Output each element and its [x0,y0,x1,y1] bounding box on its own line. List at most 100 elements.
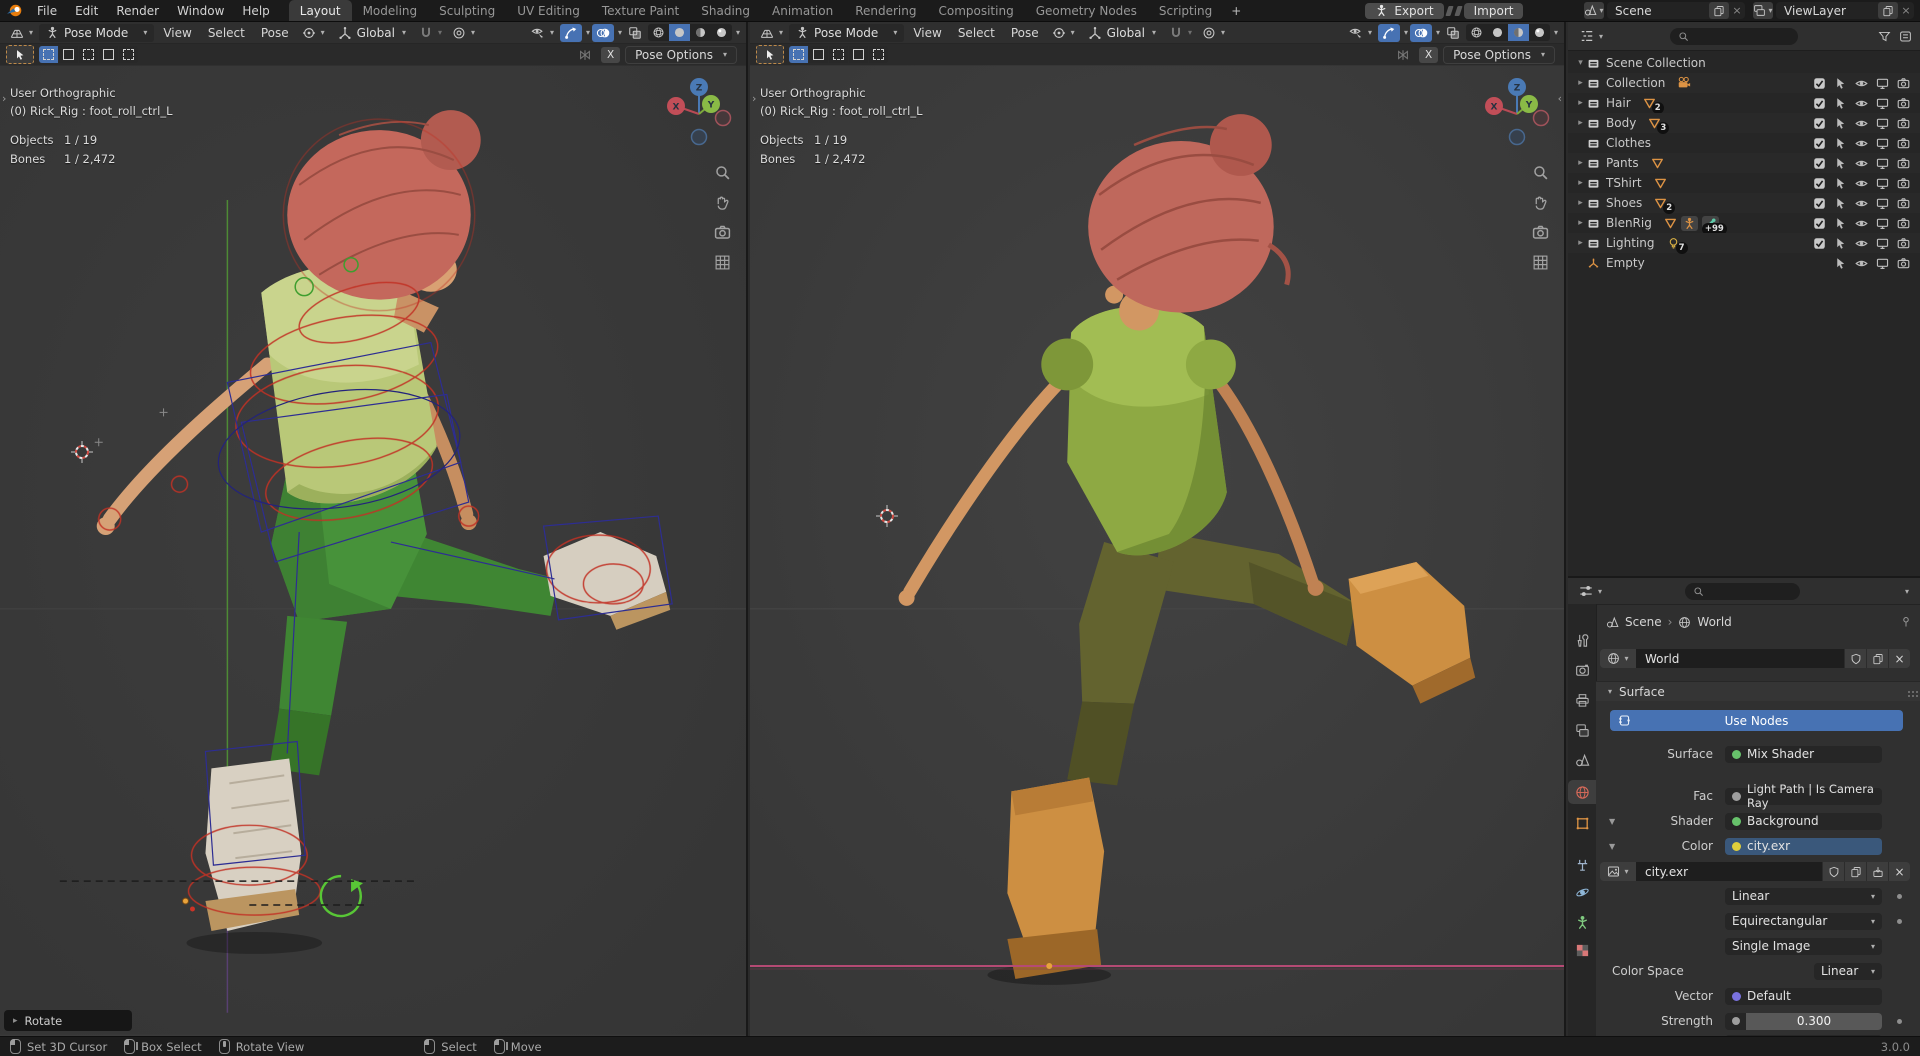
select-menu[interactable]: Select [201,26,252,40]
hide-viewport-icon[interactable] [1855,97,1868,110]
show-gizmo-button[interactable] [1377,23,1400,42]
select-mode-new-button[interactable] [789,46,808,63]
mesh-icon[interactable] [1651,157,1664,170]
animate-dot[interactable] [1897,918,1902,924]
pose-options-dropdown[interactable]: Pose Options ▾ [1443,45,1555,64]
viewport-3d-area[interactable]: › User Orthographic (0) Rick_Rig : foot_… [0,64,746,1036]
disable-render-icon[interactable] [1897,97,1910,110]
selectable-icon[interactable] [1834,97,1847,110]
image-datablock-icon[interactable]: ▾ [1600,862,1636,881]
tab-object-data[interactable] [1568,910,1596,934]
selectable-icon[interactable] [1834,237,1847,250]
tab-constraints[interactable] [1568,853,1596,877]
tab-sculpting[interactable]: Sculpting [428,0,506,21]
vector-input[interactable]: Default [1725,987,1882,1005]
outliner-row-body[interactable]: ▸ Body 3 [1568,113,1920,134]
bone-origin-dot[interactable] [1046,962,1053,969]
viewport-right[interactable]: ▾ Pose Mode ▾ View Select Pose ▾ Global ▾ … [750,22,1566,1036]
disable-render-icon[interactable] [1897,237,1910,250]
world-name-field[interactable]: World [1636,649,1844,668]
outliner-row-shoes[interactable]: ▸ Shoes 2 [1568,193,1920,214]
mesh-icon[interactable] [1654,177,1667,190]
shading-material-button[interactable] [1507,24,1529,41]
disable-viewport-icon[interactable] [1876,137,1889,150]
checkbox-icon[interactable] [1813,157,1826,170]
mesh-icon[interactable] [1664,217,1677,230]
proportional-edit-button[interactable]: ▾ [1198,24,1229,42]
zoom-icon[interactable] [1532,164,1549,181]
duplicate-icon[interactable] [1844,862,1866,881]
selectable-icon[interactable] [1834,117,1847,130]
select-mode-invert-button[interactable] [849,46,868,63]
transform-pivot-button[interactable]: ▾ [1048,24,1079,42]
color-space-dropdown[interactable]: Linear ▾ [1814,962,1882,980]
animate-dot[interactable] [1897,1018,1902,1024]
pan-hand-icon[interactable] [1532,194,1549,211]
world-datablock-icon[interactable]: ▾ [1600,649,1636,668]
outliner-row-scene-collection[interactable]: ▾ Scene Collection [1568,53,1920,73]
new-scene-copy-icon[interactable] [1709,2,1729,19]
select-mode-new-button[interactable] [39,46,58,63]
checkbox-icon[interactable] [1813,137,1826,150]
unlink-icon[interactable]: × [1888,862,1910,881]
tab-animation[interactable]: Animation [761,0,844,21]
viewlayer-selector[interactable]: ViewLayer × [1776,2,1914,19]
selectable-icon[interactable] [1834,137,1847,150]
tab-scene[interactable] [1568,748,1596,772]
menu-file[interactable]: File [28,0,66,21]
disable-render-icon[interactable] [1897,177,1910,190]
axis-neg-x-ball[interactable] [1532,109,1550,127]
expand-arrow-icon[interactable]: ▸ [1574,118,1587,128]
hide-viewport-icon[interactable] [1855,77,1868,90]
disable-viewport-icon[interactable] [1876,117,1889,130]
menu-edit[interactable]: Edit [66,0,107,21]
show-gizmo-button[interactable] [559,23,582,42]
duplicate-icon[interactable] [1866,649,1888,668]
shading-rendered-button[interactable] [1528,24,1550,41]
disable-viewport-icon[interactable] [1876,257,1889,270]
expand-arrow-icon[interactable]: ▸ [1574,98,1587,108]
hide-viewport-icon[interactable] [1855,237,1868,250]
selectable-icon[interactable] [1834,177,1847,190]
x-axis-mirror-toggle[interactable]: X [1419,46,1439,63]
shading-material-button[interactable] [689,24,711,41]
tab-physics[interactable] [1568,880,1596,904]
tab-render[interactable] [1568,658,1596,682]
tab-modeling[interactable]: Modeling [352,0,429,21]
panel-drag-dots[interactable] [1908,690,1910,693]
shading-wireframe-button[interactable] [1465,24,1487,41]
outliner-row-lighting[interactable]: ▸ Lighting 7 [1568,233,1920,254]
use-nodes-button[interactable]: Use Nodes [1610,710,1903,731]
sidebar-expand-tab[interactable]: ‹ [1558,92,1562,105]
select-mode-subtract-button[interactable] [79,46,98,63]
pose-options-dropdown[interactable]: Pose Options ▾ [625,45,737,64]
x-axis-mirror-toggle[interactable]: X [601,46,621,63]
tab-view-layer[interactable] [1568,718,1596,742]
expand-arrow-icon[interactable]: ▸ [1574,198,1587,208]
tab-tool[interactable] [1568,628,1596,652]
armature-icon[interactable] [1683,217,1696,230]
source-dropdown[interactable]: Single Image ▾ [1725,937,1882,955]
properties-options-icon[interactable]: ▾ [1905,587,1909,596]
viewport-3d-area[interactable]: › ‹ User Orthographic (0) Rick_Rig : foo… [750,64,1564,1036]
disable-viewport-icon[interactable] [1876,237,1889,250]
select-menu[interactable]: Select [951,26,1002,40]
scene-datablock-icon[interactable]: ▾ [1584,2,1604,19]
toolbar-expand-tab[interactable]: › [752,92,756,105]
editor-type-button[interactable]: ▾ [6,24,37,42]
select-mode-intersect-button[interactable] [869,46,888,63]
strength-slider[interactable]: 0.300 [1725,1012,1882,1030]
overlays-dropdown-icon[interactable]: ▾ [1436,28,1440,37]
pan-hand-icon[interactable] [714,194,731,211]
hide-viewport-icon[interactable] [1855,157,1868,170]
disable-viewport-icon[interactable] [1876,157,1889,170]
disable-viewport-icon[interactable] [1876,197,1889,210]
hide-viewport-icon[interactable] [1855,177,1868,190]
color-image-select[interactable]: city.exr [1725,837,1882,855]
navigation-gizmo[interactable]: Z X Y [662,74,736,151]
editor-type-button[interactable]: ▾ [1576,27,1607,45]
outliner-row-tshirt[interactable]: ▸ TShirt [1568,173,1920,193]
tweak-tool-button[interactable] [6,45,34,64]
hide-viewport-icon[interactable] [1855,137,1868,150]
select-mode-invert-button[interactable] [99,46,118,63]
